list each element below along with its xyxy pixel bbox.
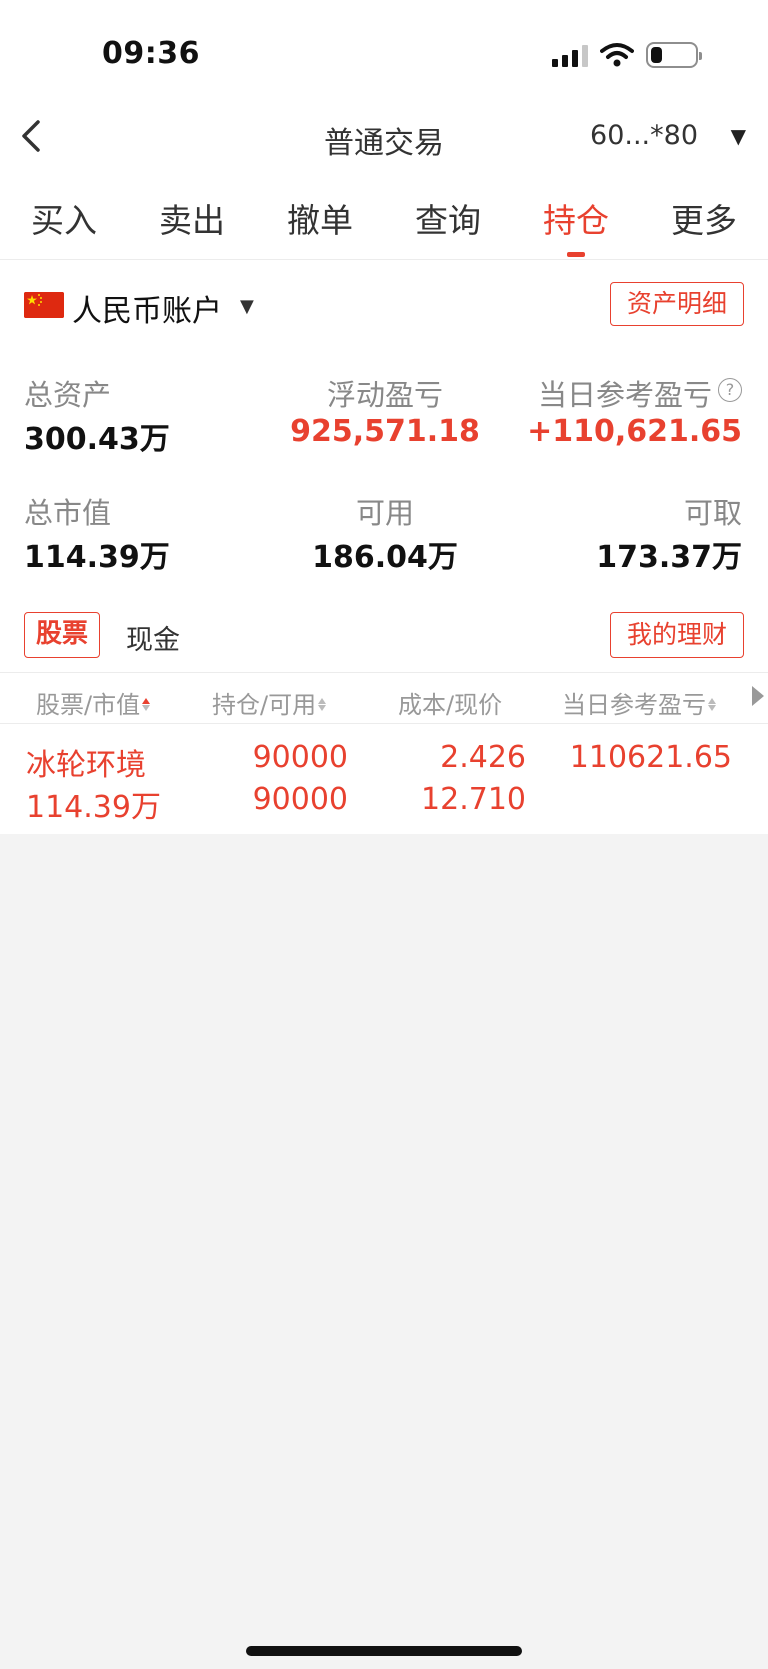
tab-label: 撤单	[287, 201, 353, 240]
header-label: 成本/现价	[398, 691, 503, 719]
account-type-caret-icon[interactable]: ▼	[240, 296, 254, 317]
header-label: 持仓/可用	[212, 691, 317, 719]
market-value-label: 总市值	[24, 496, 112, 530]
stock-name: 冰轮环境	[26, 748, 146, 783]
daily-pnl-label: 当日参考盈亏	[537, 378, 712, 412]
tab-label: 查询	[415, 201, 481, 240]
tab-holdings[interactable]: 持仓	[526, 194, 626, 258]
tab-label: 卖出	[159, 201, 225, 240]
account-dropdown-caret-icon[interactable]: ▼	[731, 124, 746, 148]
header-label: 当日参考盈亏	[562, 691, 706, 719]
floating-pnl-value: 925,571.18	[290, 414, 480, 449]
tab-label: 持仓	[543, 201, 609, 240]
china-flag-icon	[24, 292, 64, 318]
stock-available: 90000	[252, 782, 348, 817]
daily-pnl-value: +110,621.65	[527, 414, 742, 449]
stock-position: 90000	[252, 740, 348, 775]
floating-pnl-label: 浮动盈亏	[326, 378, 443, 412]
available-value: 186.04万	[312, 540, 458, 575]
segment-cash[interactable]: 现金	[126, 618, 180, 657]
sort-icon	[708, 697, 718, 712]
header-label: 股票/市值	[36, 691, 141, 719]
battery-level	[651, 47, 662, 63]
stock-price: 12.710	[421, 782, 526, 817]
tab-label: 更多	[671, 201, 737, 240]
stock-daily-pnl: 110621.65	[569, 740, 732, 775]
account-type-label[interactable]: 人民币账户	[72, 286, 222, 330]
asset-detail-button[interactable]: 资产明细	[610, 282, 744, 326]
status-time: 09:36	[102, 36, 200, 71]
header-cost-price: 成本/现价	[398, 685, 502, 720]
trade-tabs: 买入 卖出 撤单 查询 持仓 更多	[0, 188, 768, 260]
tab-query[interactable]: 查询	[398, 194, 498, 258]
chevron-left-icon	[22, 120, 40, 152]
help-icon[interactable]: ?	[718, 378, 742, 402]
home-indicator	[246, 1646, 522, 1656]
account-selector[interactable]: 60...*80	[590, 120, 698, 151]
my-finance-button[interactable]: 我的理财	[610, 612, 744, 658]
segment-stock[interactable]: 股票	[24, 612, 100, 658]
withdrawable-value: 173.37万	[596, 540, 742, 575]
total-assets-label: 总资产	[24, 378, 112, 412]
wifi-icon	[600, 43, 634, 67]
tab-buy[interactable]: 买入	[14, 194, 114, 258]
sort-icon	[142, 697, 152, 712]
header-position-available[interactable]: 持仓/可用	[212, 685, 328, 720]
stock-market-value: 114.39万	[26, 790, 161, 825]
tab-label: 买入	[31, 201, 97, 240]
tab-sell[interactable]: 卖出	[142, 194, 242, 258]
market-value-value: 114.39万	[24, 540, 170, 575]
battery-icon	[646, 42, 702, 68]
cellular-signal-icon	[552, 43, 588, 67]
available-label: 可用	[355, 496, 414, 530]
total-assets-value: 300.43万	[24, 422, 170, 457]
status-icons	[552, 40, 702, 70]
sort-icon	[318, 697, 328, 712]
active-tab-indicator	[567, 252, 585, 257]
stock-cost: 2.426	[440, 740, 526, 775]
holdings-panel: 09:36 普通交易 60...*80 ▼ 买入 卖出 撤单 查询 持仓 更多	[0, 0, 768, 834]
scroll-right-icon[interactable]	[752, 686, 764, 706]
withdrawable-label: 可取	[683, 496, 742, 530]
back-button[interactable]	[14, 116, 48, 156]
tab-cancel-order[interactable]: 撤单	[270, 194, 370, 258]
holdings-table-header: 股票/市值 持仓/可用 成本/现价 当日参考盈亏	[0, 672, 768, 724]
header-daily-pnl[interactable]: 当日参考盈亏	[562, 685, 718, 720]
tab-more[interactable]: 更多	[654, 194, 754, 258]
header-stock-value[interactable]: 股票/市值	[36, 685, 152, 720]
